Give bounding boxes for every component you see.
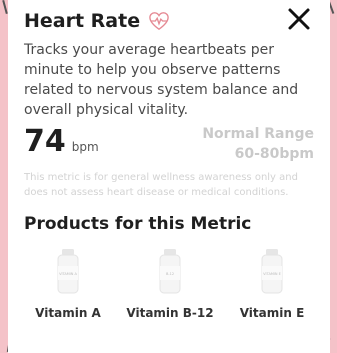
product-name: Vitamin E — [239, 306, 305, 320]
metric-detail-card: Heart Rate Tracks your average heartbeat… — [8, 0, 330, 353]
bottle-label: VITAMIN A — [59, 272, 77, 276]
page-title-row: Heart Rate — [24, 10, 320, 32]
supplement-bottle-icon: B-12 — [159, 249, 181, 294]
page-title: Heart Rate — [24, 10, 141, 32]
product-item-vitamin-e[interactable]: VITAMIN E Vitamin E — [222, 248, 322, 320]
range-label: Normal Range — [202, 126, 314, 142]
product-item-vitamin-a[interactable]: VITAMIN A Vitamin A — [18, 248, 118, 320]
product-item-vitamin-b12[interactable]: B-12 Vitamin B-12 — [120, 248, 220, 320]
range-value: 60-80bpm — [234, 146, 314, 162]
bpm-unit: bpm — [71, 140, 99, 154]
products-heading: Products for this Metric — [24, 214, 252, 234]
supplement-bottle-icon: VITAMIN E — [261, 249, 283, 294]
metric-description: Tracks your average heartbeats per minut… — [24, 42, 299, 118]
corner-mark — [2, 0, 8, 15]
bottle-label: VITAMIN E — [263, 272, 281, 276]
close-icon — [288, 8, 310, 30]
heart-pulse-icon — [148, 11, 170, 31]
product-name: Vitamin A — [35, 306, 101, 320]
supplement-bottle-icon: VITAMIN A — [57, 249, 79, 294]
product-name: Vitamin B-12 — [126, 306, 214, 320]
normal-range: Normal Range 60-80bpm — [202, 124, 314, 164]
close-button[interactable] — [284, 4, 314, 34]
header: Heart Rate — [24, 8, 320, 42]
bpm-value: 74 — [24, 124, 66, 159]
bottle-label: B-12 — [166, 272, 174, 276]
current-reading: 74 bpm — [24, 124, 99, 159]
product-list: VITAMIN A Vitamin A B-12 Vitamin B-12 VI… — [18, 248, 322, 320]
disclaimer-text: This metric is for general wellness awar… — [24, 172, 298, 198]
